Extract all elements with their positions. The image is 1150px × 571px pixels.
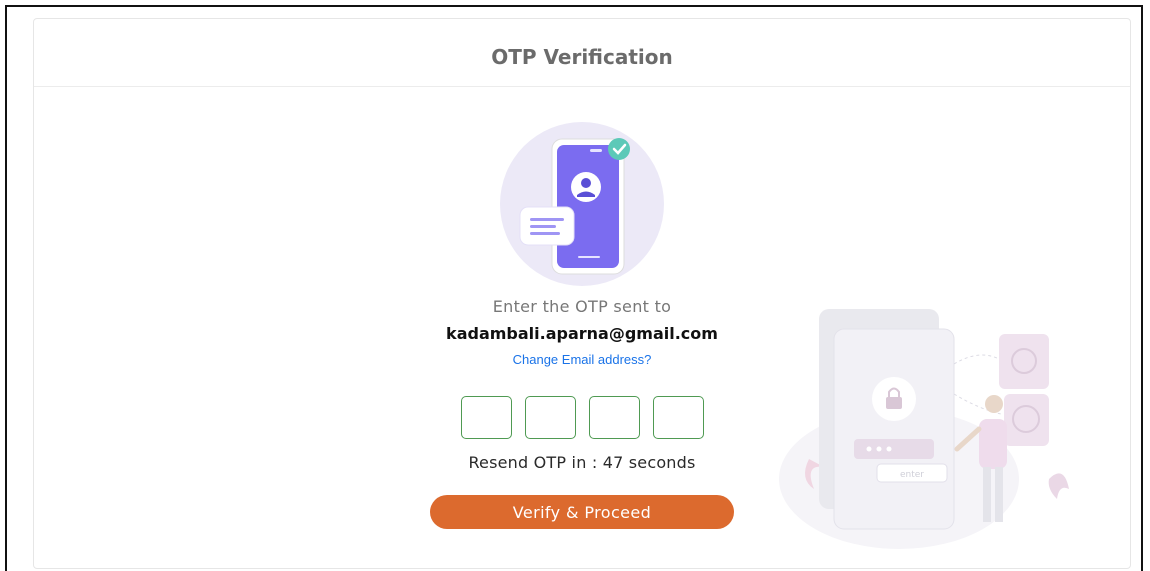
otp-card: OTP Verification Enter the OTP sent to k… [33,18,1131,569]
phone-screen [557,145,619,268]
security-illustration: enter [779,309,1069,549]
face-id-icon [1004,394,1049,446]
person-body [979,419,1007,469]
fingerprint-icon [999,334,1049,389]
verify-proceed-button[interactable]: Verify & Proceed [430,495,734,529]
leaf-right-icon [1048,473,1069,499]
person-head [985,395,1003,413]
otp-digit-4[interactable] [652,396,704,439]
card-header: OTP Verification [34,19,1130,87]
otp-digit-2[interactable] [524,396,576,439]
enter-field-label: enter [900,470,924,480]
otp-digit-3[interactable] [588,396,640,439]
phone-verification-illustration [500,122,664,286]
check-badge-icon [608,138,630,160]
otp-digit-1[interactable] [460,396,512,439]
page-title: OTP Verification [491,44,673,69]
pin-field-illustration [854,439,934,459]
